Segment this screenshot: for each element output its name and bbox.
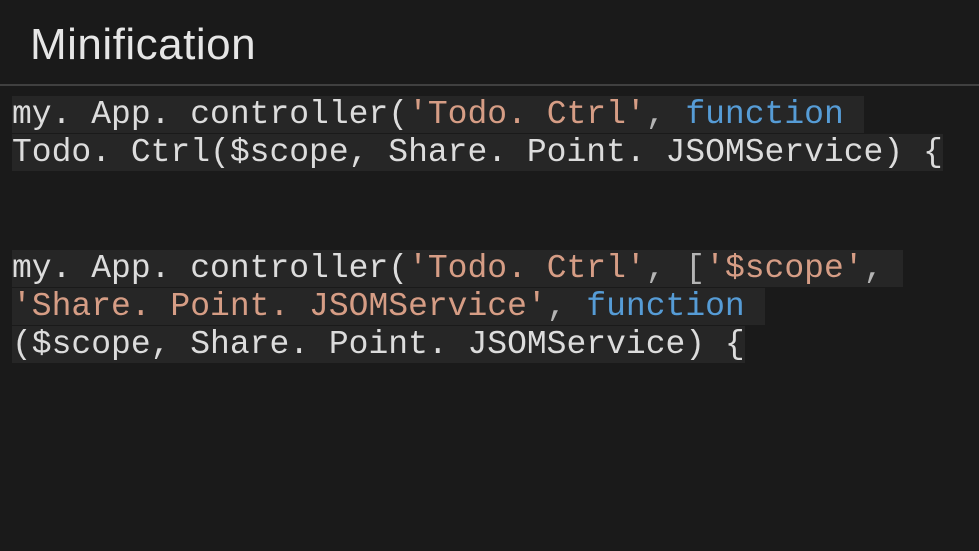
code-text: , [864,250,904,287]
title-rule [0,84,979,86]
code-text: , [547,288,587,325]
code-text: my. App. controller( [12,250,408,287]
code-text: , [646,96,686,133]
code-text: 'Todo. Ctrl' [408,96,646,133]
code-text: my. App. controller( [12,96,408,133]
code-text: '$scope' [705,250,863,287]
code-text: function [586,288,744,325]
code-text [844,96,864,133]
code-block-2: my. App. controller('Todo. Ctrl', ['$sco… [0,250,979,364]
code-block-1: my. App. controller('Todo. Ctrl', functi… [0,96,979,172]
code-text: Todo. Ctrl($scope, Share. Point. JSOMSer… [12,134,943,171]
code-text: , [ [646,250,705,287]
code-text: function [685,96,843,133]
code-text [745,288,765,325]
code-text: ($scope, Share. Point. JSOMService) { [12,326,745,363]
spacer [0,172,979,250]
slide-title: Minification [30,20,979,70]
code-text: 'Todo. Ctrl' [408,250,646,287]
code-text: 'Share. Point. JSOMService' [12,288,547,325]
slide: Minification my. App. controller('Todo. … [0,0,979,551]
